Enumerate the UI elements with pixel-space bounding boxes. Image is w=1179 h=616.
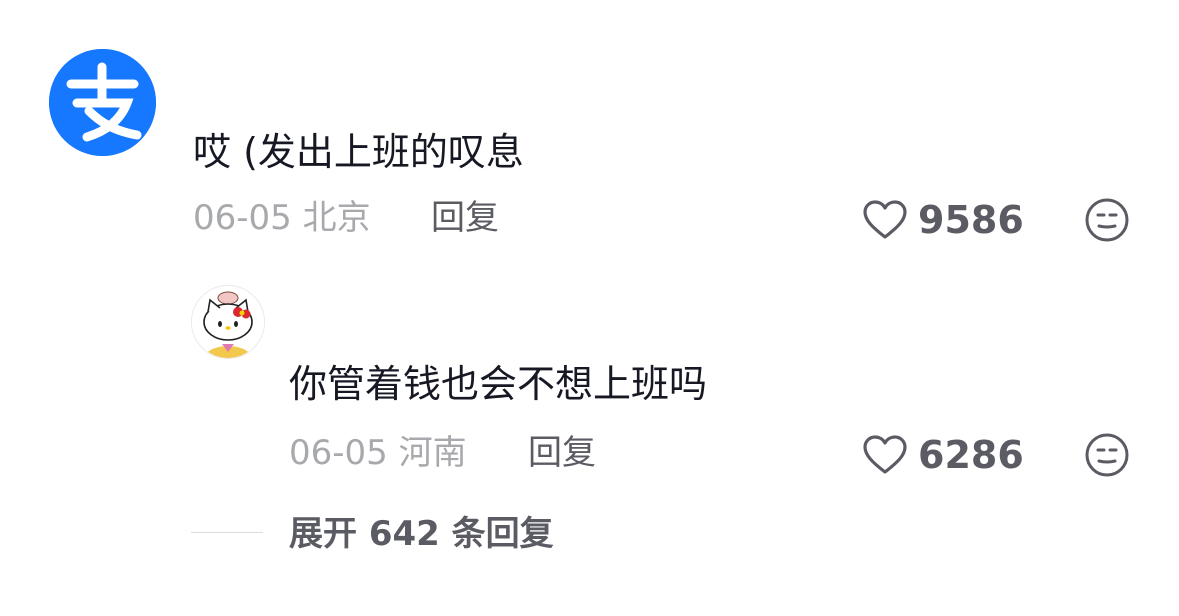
comment-date: 06-05 xyxy=(193,198,292,238)
reply-like-count: 6286 xyxy=(918,433,1024,477)
reply-date: 06-05 xyxy=(289,433,388,473)
reply-text: 你管着钱也会不想上班吗 xyxy=(289,362,708,406)
comment-meta: 06-05 北京 xyxy=(193,198,371,238)
meh-face-icon xyxy=(1085,198,1129,242)
reply-button[interactable]: 回复 xyxy=(431,198,499,238)
like-count: 9586 xyxy=(918,198,1024,242)
comment-location: 北京 xyxy=(302,198,371,238)
comment-text: 哎 (发出上班的叹息 xyxy=(193,130,524,174)
avatar[interactable] xyxy=(49,49,156,156)
reply-dislike-button[interactable] xyxy=(1084,432,1130,482)
expand-divider xyxy=(191,532,263,533)
alipay-logo-icon xyxy=(49,49,156,156)
reply-reply-button[interactable]: 回复 xyxy=(528,433,596,473)
heart-outline-icon xyxy=(863,435,907,474)
heart-outline-icon xyxy=(863,200,907,239)
reply-avatar[interactable] xyxy=(191,285,265,359)
reply-location: 河南 xyxy=(398,433,467,473)
dislike-button[interactable] xyxy=(1084,197,1130,247)
meh-face-icon xyxy=(1085,433,1129,477)
reply-meta: 06-05 河南 xyxy=(289,433,467,473)
reply-like-button[interactable]: 6286 xyxy=(862,433,1024,477)
like-button[interactable]: 9586 xyxy=(862,198,1024,242)
hello-kitty-avatar xyxy=(192,286,264,358)
expand-replies-button[interactable]: 展开 642 条回复 xyxy=(289,514,554,554)
